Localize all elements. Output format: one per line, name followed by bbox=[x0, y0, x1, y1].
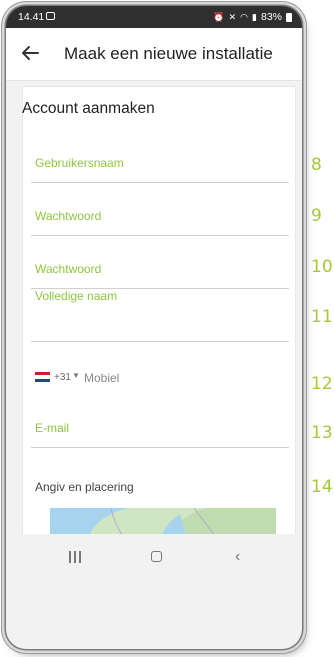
section-title: Account aanmaken bbox=[22, 100, 155, 117]
recent-apps-icon[interactable] bbox=[69, 551, 82, 563]
annotation-number: 9 bbox=[311, 206, 322, 226]
status-time: 14.41 bbox=[18, 11, 45, 23]
nav-back-icon[interactable]: ‹ bbox=[235, 548, 240, 566]
annotation-number: 14 bbox=[311, 477, 333, 497]
wifi-icon: ◠ bbox=[240, 11, 249, 22]
netherlands-flag-icon[interactable] bbox=[35, 372, 50, 382]
field-underline bbox=[31, 447, 289, 448]
fullname-placeholder: Volledige naam bbox=[35, 289, 118, 303]
annotation-number: 12 bbox=[311, 374, 333, 394]
image-notification-icon bbox=[46, 12, 55, 20]
battery-percent: 83% bbox=[260, 11, 282, 23]
app-bar: Maak een nieuwe installatie bbox=[6, 28, 302, 81]
annotation-number: 13 bbox=[311, 423, 333, 443]
username-field[interactable]: Gebruikersnaam bbox=[31, 143, 289, 183]
field-underline bbox=[31, 235, 289, 236]
phone-field[interactable]: +31 ▼ Mobiel bbox=[31, 358, 289, 398]
status-bar: 14.41 ⏰ ✕ ◠ ▮ 83% bbox=[6, 6, 302, 28]
annotation-number: 11 bbox=[311, 307, 333, 327]
signal-icon: ▮ bbox=[252, 11, 257, 22]
phone-frame: 14.41 ⏰ ✕ ◠ ▮ 83% Maak een nieuwe instal… bbox=[6, 6, 302, 649]
password-field[interactable]: Wachtwoord bbox=[31, 196, 289, 236]
annotation-number: 8 bbox=[311, 155, 322, 175]
location-label: Angiv en placering bbox=[35, 480, 134, 494]
location-map[interactable] bbox=[50, 508, 276, 535]
home-icon[interactable] bbox=[151, 551, 162, 562]
email-placeholder: E-mail bbox=[35, 421, 70, 435]
battery-icon bbox=[286, 12, 292, 22]
password-confirm-placeholder: Wachtwoord bbox=[35, 262, 102, 276]
country-code: +31 bbox=[54, 372, 71, 383]
chevron-down-icon[interactable]: ▼ bbox=[72, 371, 80, 380]
password-placeholder: Wachtwoord bbox=[35, 209, 102, 223]
mute-icon: ✕ bbox=[228, 11, 237, 22]
field-underline bbox=[31, 182, 289, 183]
username-placeholder: Gebruikersnaam bbox=[35, 156, 124, 170]
page-title: Maak een nieuwe installatie bbox=[64, 44, 273, 63]
email-field[interactable]: E-mail bbox=[31, 408, 289, 448]
annotation-number: 10 bbox=[311, 257, 333, 277]
navigation-bar: ‹ bbox=[6, 534, 302, 584]
fullname-field[interactable]: Volledige naam bbox=[31, 276, 289, 342]
phone-placeholder: Mobiel bbox=[84, 371, 120, 385]
back-arrow-icon[interactable] bbox=[19, 42, 41, 64]
alarm-icon: ⏰ bbox=[213, 11, 225, 22]
status-indicators: ⏰ ✕ ◠ ▮ 83% bbox=[213, 11, 292, 23]
field-underline bbox=[31, 341, 289, 342]
